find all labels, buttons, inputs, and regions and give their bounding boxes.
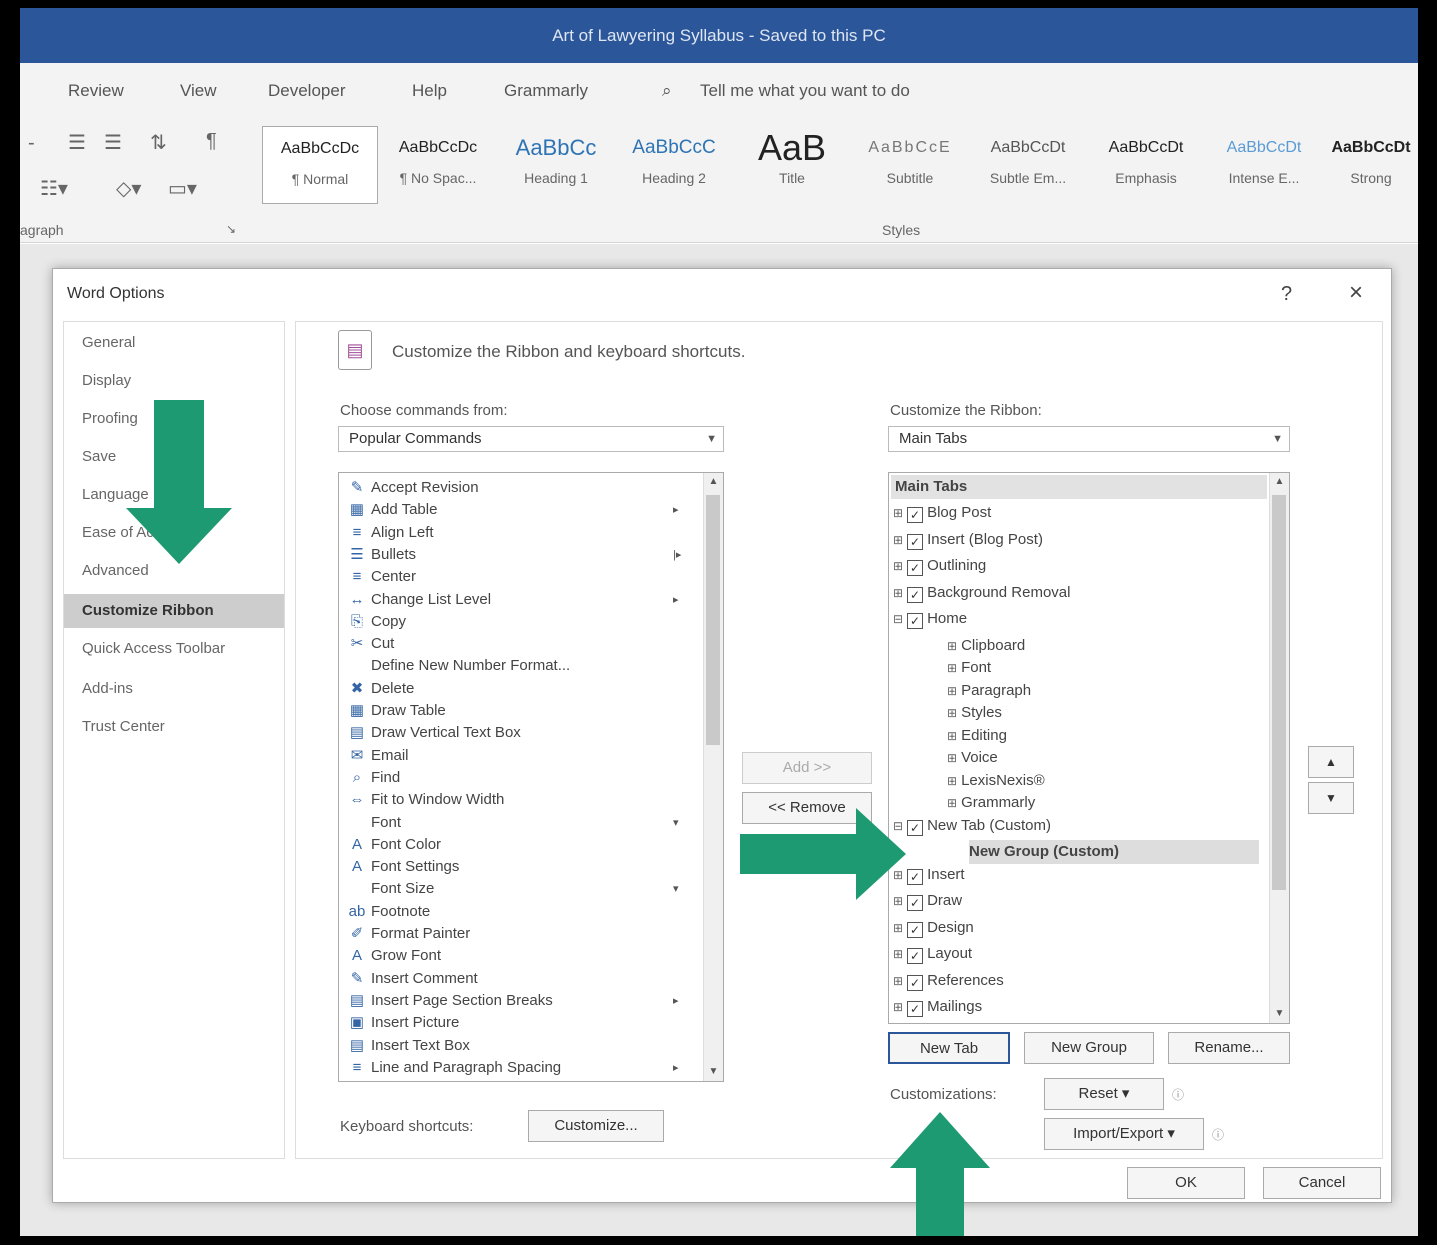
down-arrow-annotation xyxy=(126,400,232,564)
right-arrow-annotation xyxy=(740,808,906,900)
annotation-arrows xyxy=(126,400,990,1236)
word-window: Art of Lawyering Syllabus - Saved to thi… xyxy=(20,8,1418,1236)
up-arrow-annotation xyxy=(890,1112,990,1236)
